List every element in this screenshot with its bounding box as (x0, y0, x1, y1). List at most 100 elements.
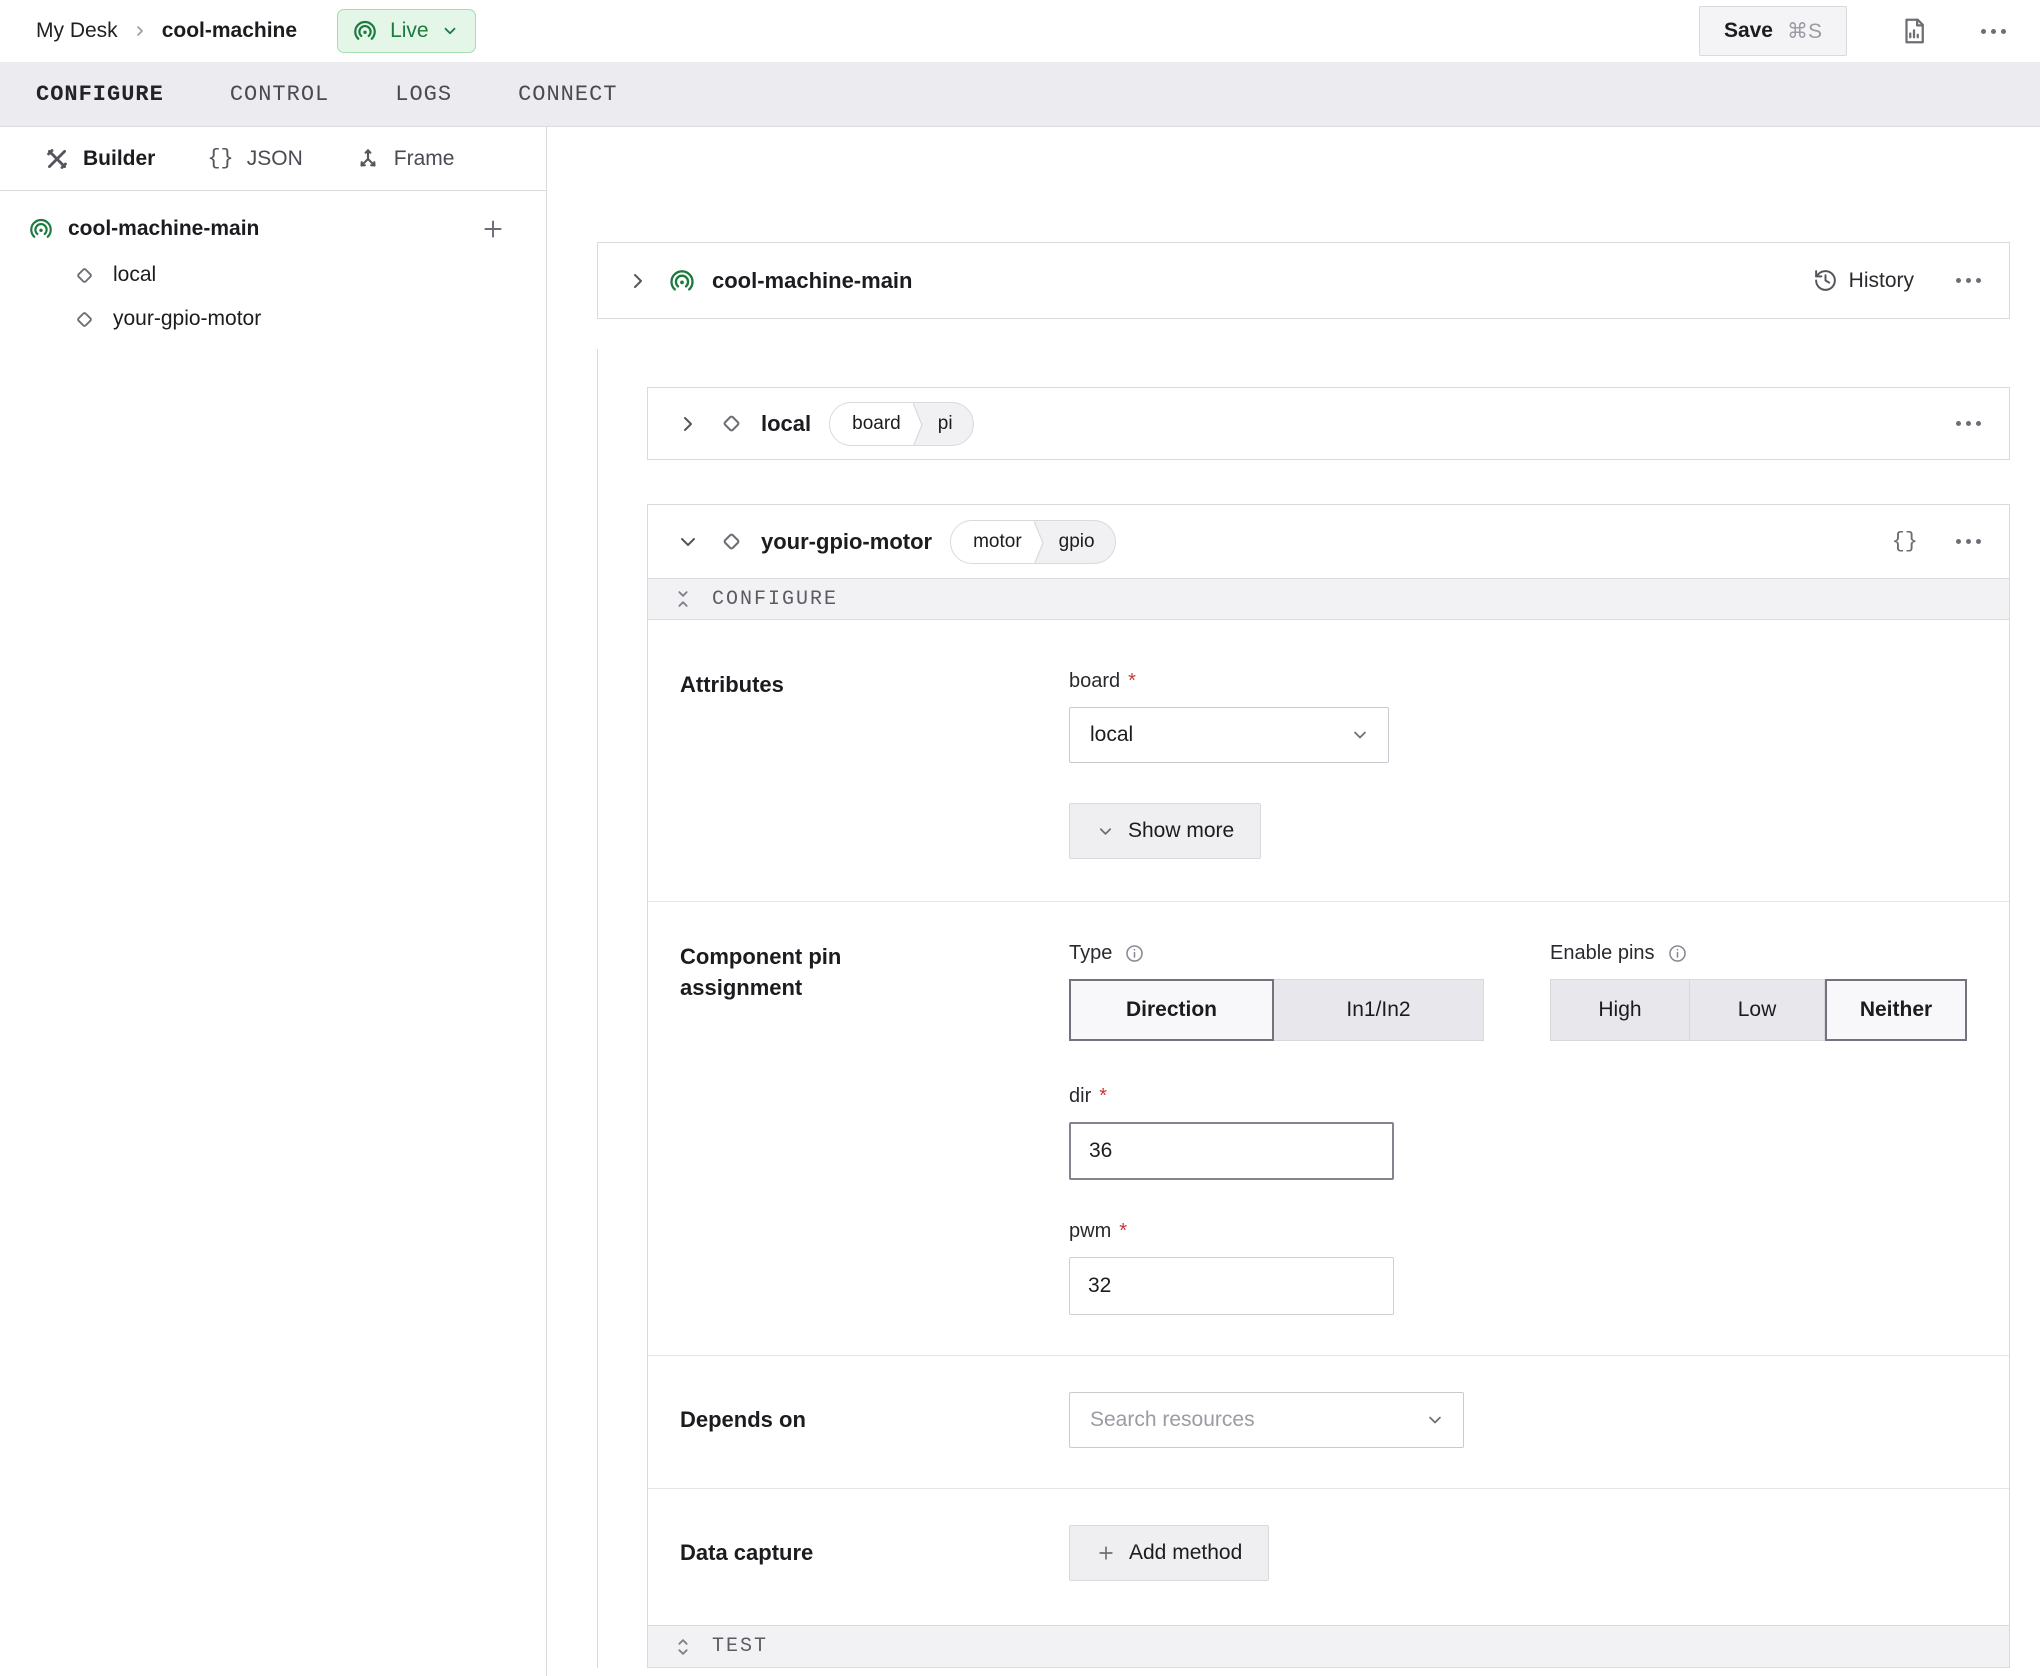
live-chevron-down-icon (441, 22, 459, 40)
view-tab-frame[interactable]: Frame (355, 146, 455, 172)
part-expand-chevron-icon[interactable] (626, 269, 650, 293)
part-beacon-icon (668, 267, 696, 295)
sidebar: Builder {} JSON Frame (0, 127, 547, 1676)
board-field-label: board* (1069, 670, 2009, 693)
config-view-tabs: Builder {} JSON Frame (0, 127, 546, 191)
type-option-direction[interactable]: Direction (1069, 979, 1274, 1041)
depends-on-section: Depends on Search resources (648, 1356, 2009, 1489)
board-select[interactable]: local (1069, 707, 1389, 763)
type-segmented-control: Direction In1/In2 (1069, 979, 1484, 1041)
motor-model-tag: gpio (1047, 521, 1115, 563)
motor-card: your-gpio-motor motor gpio {} (647, 504, 2010, 1668)
save-button[interactable]: Save ⌘S (1699, 6, 1847, 56)
tab-connect[interactable]: CONNECT (518, 82, 617, 107)
tree-item-part[interactable]: cool-machine-main (0, 205, 546, 253)
chevron-down-icon (1350, 725, 1370, 745)
pwm-field: pwm* (1069, 1220, 2009, 1315)
motor-json-braces-icon[interactable]: {} (1892, 529, 1918, 554)
required-asterisk: * (1128, 670, 1136, 693)
add-method-button[interactable]: Add method (1069, 1525, 1269, 1581)
dir-field-label: dir* (1069, 1085, 2009, 1108)
info-icon[interactable] (1124, 943, 1145, 964)
top-bar: My Desk cool-machine Live Save ⌘S (0, 0, 2040, 62)
breadcrumb-root[interactable]: My Desk (36, 19, 118, 43)
tab-control[interactable]: CONTROL (230, 82, 329, 107)
view-tab-builder[interactable]: Builder (44, 146, 155, 172)
pwm-input[interactable] (1069, 1257, 1394, 1315)
view-tab-builder-label: Builder (83, 147, 155, 171)
json-braces-icon: {} (207, 146, 233, 171)
history-clock-icon (1813, 268, 1838, 293)
motor-card-header: your-gpio-motor motor gpio {} (648, 505, 2009, 578)
tree-motor-name: your-gpio-motor (113, 307, 261, 331)
part-card-title: cool-machine-main (712, 268, 912, 294)
history-button[interactable]: History (1813, 268, 1914, 293)
local-expand-chevron-icon[interactable] (676, 412, 700, 436)
enable-option-high[interactable]: High (1550, 979, 1690, 1041)
view-tab-json[interactable]: {} JSON (207, 146, 302, 171)
tab-configure[interactable]: CONFIGURE (36, 82, 164, 107)
local-more-menu-icon[interactable] (1956, 421, 1981, 426)
required-asterisk: * (1099, 1085, 1107, 1108)
history-label: History (1849, 269, 1914, 293)
enable-pins-field-label: Enable pins (1550, 942, 1967, 965)
topbar-actions: Save ⌘S (1699, 6, 2006, 56)
data-capture-label: Data capture (680, 1538, 1069, 1569)
local-board-card: local board pi (647, 387, 2010, 460)
tree-part-name: cool-machine-main (68, 217, 259, 241)
machine-metrics-icon[interactable] (1899, 16, 1929, 46)
tag-divider-icon (1034, 521, 1047, 564)
frame-axes-icon (355, 146, 381, 172)
configure-section-label: CONFIGURE (712, 588, 838, 611)
type-field-label: Type (1069, 942, 1484, 965)
save-label: Save (1724, 19, 1773, 43)
test-section-label: TEST (712, 1635, 768, 1658)
tab-logs[interactable]: LOGS (395, 82, 452, 107)
part-beacon-icon (28, 216, 54, 242)
resource-tree: cool-machine-main local your-gpio-motor (0, 191, 546, 341)
dir-input[interactable] (1069, 1122, 1394, 1180)
info-icon[interactable] (1667, 943, 1688, 964)
depends-on-placeholder: Search resources (1090, 1408, 1255, 1432)
local-type-tag: board (830, 403, 913, 445)
component-diamond-icon (718, 410, 745, 437)
add-method-label: Add method (1129, 1541, 1242, 1565)
motor-collapse-chevron-icon[interactable] (676, 530, 700, 554)
config-main-area: cool-machine-main History (547, 127, 2040, 1676)
live-status-button[interactable]: Live (337, 9, 476, 53)
depends-on-select[interactable]: Search resources (1069, 1392, 1464, 1448)
live-label: Live (390, 19, 429, 43)
part-resources-container: local board pi (597, 349, 2010, 1668)
chevron-down-icon (1425, 1410, 1445, 1430)
tree-item-local[interactable]: local (0, 253, 546, 297)
component-diamond-icon (72, 263, 97, 288)
topbar-more-menu-icon[interactable] (1981, 29, 2006, 34)
add-resource-icon[interactable] (480, 216, 506, 242)
tree-item-your-gpio-motor[interactable]: your-gpio-motor (0, 297, 546, 341)
board-select-value: local (1090, 723, 1133, 747)
enable-pins-field: Enable pins High Low Neither (1550, 942, 1967, 1041)
attributes-section: Attributes board* local (648, 620, 2009, 902)
configure-section-bar[interactable]: CONFIGURE (648, 578, 2009, 620)
component-diamond-icon (718, 528, 745, 555)
pin-assignment-label: Component pin assignment (680, 942, 1069, 1315)
enable-option-low[interactable]: Low (1690, 979, 1825, 1041)
view-tab-json-label: JSON (247, 147, 303, 171)
tag-divider-icon (913, 403, 926, 446)
breadcrumb-machine-name: cool-machine (162, 19, 297, 43)
motor-card-title: your-gpio-motor (761, 529, 932, 555)
component-diamond-icon (72, 307, 97, 332)
view-tab-frame-label: Frame (394, 147, 455, 171)
test-section-bar[interactable]: TEST (648, 1625, 2009, 1667)
part-more-menu-icon[interactable] (1956, 278, 1981, 283)
breadcrumb-separator-icon (132, 23, 148, 39)
show-more-label: Show more (1128, 819, 1234, 843)
motor-more-menu-icon[interactable] (1956, 539, 1981, 544)
show-more-button[interactable]: Show more (1069, 803, 1261, 859)
live-beacon-icon (352, 18, 378, 44)
type-field: Type Direction In1/In2 (1069, 942, 1484, 1041)
type-option-in1in2[interactable]: In1/In2 (1274, 979, 1484, 1041)
required-asterisk: * (1119, 1220, 1127, 1243)
data-capture-section: Data capture Add method (648, 1489, 2009, 1625)
enable-option-neither[interactable]: Neither (1825, 979, 1967, 1041)
